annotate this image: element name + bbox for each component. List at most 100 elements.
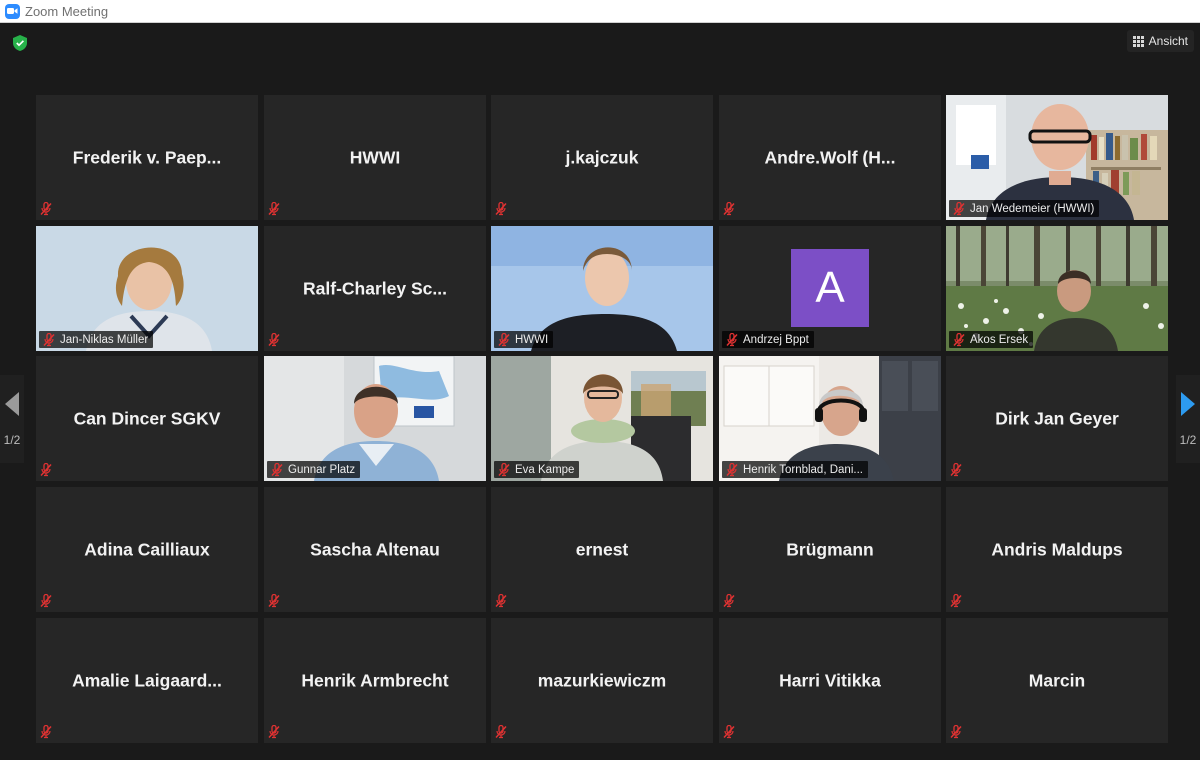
window-title: Zoom Meeting (25, 3, 109, 19)
participant-status (494, 200, 508, 217)
participant-tile[interactable]: Jan-Niklas Müller (36, 226, 258, 351)
participant-tile[interactable]: Andre.Wolf (H... (719, 95, 941, 220)
participant-tile[interactable]: HWWI (264, 95, 486, 220)
participant-tile[interactable]: mazurkiewiczm (491, 618, 713, 743)
participant-name: Henrik Armbrecht (301, 670, 449, 690)
muted-mic-icon (949, 593, 963, 608)
participant-status: Jan Wedemeier (HWWI) (949, 200, 1100, 217)
participant-name: HWWI (349, 147, 401, 167)
participant-tile[interactable]: Dirk Jan Geyer (946, 356, 1168, 481)
participant-name: Marcin (1028, 670, 1086, 690)
chevron-right-icon (1181, 392, 1195, 416)
participant-tile[interactable]: j.kajczuk (491, 95, 713, 220)
participant-tile[interactable]: A Andrzej Bppt (719, 226, 941, 351)
muted-mic-icon (39, 593, 53, 608)
participant-name: Dirk Jan Geyer (995, 408, 1119, 428)
participant-status (267, 331, 281, 348)
muted-mic-icon (39, 462, 53, 477)
participant-name: ernest (575, 539, 629, 559)
participant-tile[interactable]: Marcin (946, 618, 1168, 743)
participant-tile[interactable]: Henrik Tornblad, Dani... (719, 356, 941, 481)
participant-label: HWWI (515, 333, 549, 346)
participant-tile[interactable]: Ralf-Charley Sc... (264, 226, 486, 351)
participant-avatar: A (791, 249, 869, 327)
muted-mic-icon (267, 593, 281, 608)
participant-status (494, 592, 508, 609)
muted-mic-icon (725, 332, 739, 347)
participant-tile[interactable]: Eva Kampe (491, 356, 713, 481)
page-indicator-right: 1/2 (1179, 433, 1197, 447)
security-shield-icon[interactable] (11, 34, 29, 52)
muted-mic-icon (39, 724, 53, 739)
chevron-left-icon (5, 392, 19, 416)
participant-label: Andrzej Bppt (743, 333, 809, 346)
muted-mic-icon (952, 332, 966, 347)
participant-tile[interactable]: ernest (491, 487, 713, 612)
participant-label: Akos Ersek (970, 333, 1029, 346)
muted-mic-icon (267, 201, 281, 216)
participant-name: Ralf-Charley Sc... (303, 278, 447, 298)
participant-tile[interactable]: Jan Wedemeier (HWWI) (946, 95, 1168, 220)
participant-label: Jan-Niklas Müller (60, 333, 149, 346)
participant-status (267, 723, 281, 740)
participant-tile[interactable]: Gunnar Platz (264, 356, 486, 481)
participant-name: j.kajczuk (565, 147, 639, 167)
participant-status: Henrik Tornblad, Dani... (722, 461, 868, 478)
muted-mic-icon (42, 332, 56, 347)
next-page-button[interactable]: 1/2 (1176, 375, 1200, 463)
muted-mic-icon (497, 332, 511, 347)
participant-name: Can Dincer SGKV (73, 408, 221, 428)
participant-tile[interactable]: Adina Cailliaux (36, 487, 258, 612)
muted-mic-icon (722, 593, 736, 608)
participant-status: Eva Kampe (494, 461, 580, 478)
participant-status (494, 723, 508, 740)
muted-mic-icon (267, 724, 281, 739)
muted-mic-icon (494, 593, 508, 608)
participant-tile[interactable]: Henrik Armbrecht (264, 618, 486, 743)
participant-tile[interactable]: Harri Vitikka (719, 618, 941, 743)
view-button-label: Ansicht (1148, 34, 1188, 48)
participant-name: Brügmann (786, 539, 874, 559)
participant-status (722, 723, 736, 740)
participant-name: Sascha Altenau (310, 539, 440, 559)
participant-status (722, 592, 736, 609)
participant-name: mazurkiewiczm (537, 670, 667, 690)
muted-mic-icon (39, 201, 53, 216)
participant-label: Gunnar Platz (288, 463, 356, 476)
participant-status: Jan-Niklas Müller (39, 331, 154, 348)
participant-tile[interactable]: Andris Maldups (946, 487, 1168, 612)
muted-mic-icon (949, 724, 963, 739)
muted-mic-icon (270, 462, 284, 477)
participant-tile[interactable]: Sascha Altenau (264, 487, 486, 612)
participant-tile[interactable]: Frederik v. Paep... (36, 95, 258, 220)
participant-tile[interactable]: Akos Ersek (946, 226, 1168, 351)
view-button[interactable]: Ansicht (1126, 30, 1194, 52)
participant-tile[interactable]: Can Dincer SGKV (36, 356, 258, 481)
participant-tile[interactable]: HWWI (491, 226, 713, 351)
muted-mic-icon (267, 332, 281, 347)
previous-page-button[interactable]: 1/2 (0, 375, 24, 463)
muted-mic-icon (722, 724, 736, 739)
participant-status (722, 200, 736, 217)
participant-label: Henrik Tornblad, Dani... (743, 463, 863, 476)
page-indicator-left: 1/2 (3, 433, 21, 447)
participant-status (949, 723, 963, 740)
meeting-area: Ansicht 1/2 1/2 Frederik v. Paep... HWWI j… (0, 23, 1200, 760)
participant-tile[interactable]: Amalie Laigaard... (36, 618, 258, 743)
participant-status: Gunnar Platz (267, 461, 361, 478)
muted-mic-icon (725, 462, 739, 477)
muted-mic-icon (952, 201, 966, 216)
muted-mic-icon (722, 201, 736, 216)
participant-status (949, 461, 963, 478)
grid-view-icon (1132, 35, 1144, 47)
participant-status: Andrzej Bppt (722, 331, 814, 348)
participant-tile[interactable]: Brügmann (719, 487, 941, 612)
muted-mic-icon (949, 462, 963, 477)
zoom-camera-icon (5, 3, 20, 19)
participant-status (39, 592, 53, 609)
participant-label: Jan Wedemeier (HWWI) (970, 202, 1095, 215)
muted-mic-icon (494, 724, 508, 739)
participant-name: Andris Maldups (991, 539, 1123, 559)
muted-mic-icon (497, 462, 511, 477)
participant-status (267, 200, 281, 217)
